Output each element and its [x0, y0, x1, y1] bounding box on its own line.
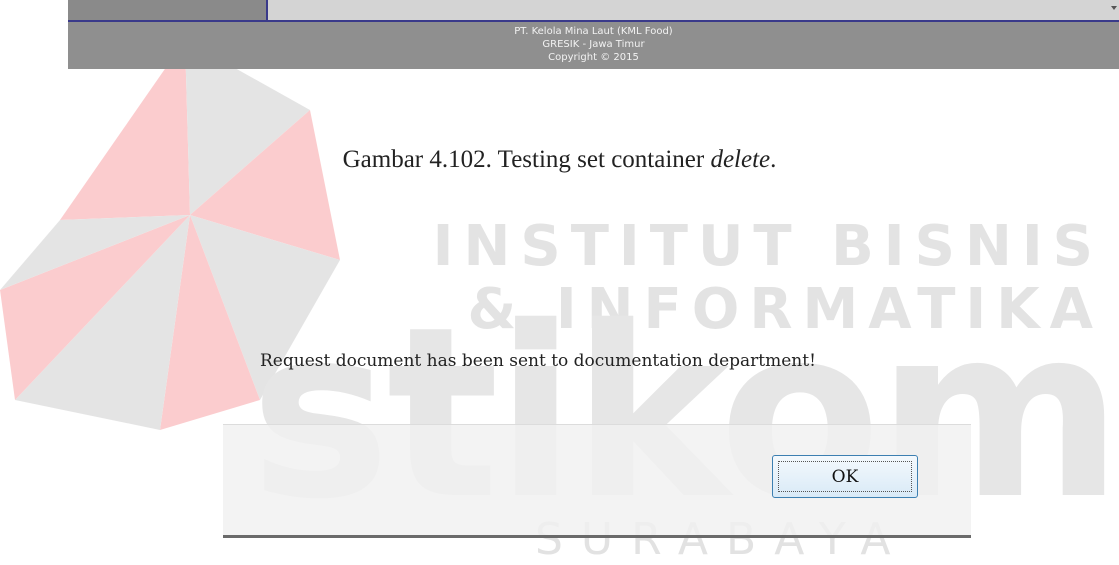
focus-ring	[778, 461, 912, 492]
footer-copyright: Copyright © 2015	[548, 52, 639, 63]
scroll-down-icon[interactable]	[1111, 6, 1117, 10]
column-divider	[266, 0, 268, 20]
figure-caption: Gambar 4.102. Testing set container dele…	[0, 146, 1119, 174]
ok-button[interactable]: OK	[772, 455, 918, 498]
screenshot-footer-strip: PT. Kelola Mina Laut (KML Food) GRESIK -…	[68, 0, 1119, 69]
page-footer: PT. Kelola Mina Laut (KML Food) GRESIK -…	[68, 25, 1119, 64]
content-area-bottom	[68, 0, 1119, 22]
watermark-institut-bisnis: INSTITUT BISNIS	[432, 214, 1103, 279]
footer-location: GRESIK - Jawa Timur	[542, 39, 645, 50]
sidebar-bottom	[68, 0, 266, 20]
dialog-message: Request document has been sent to docume…	[260, 351, 816, 371]
caption-suffix: .	[770, 146, 777, 173]
caption-emphasis: delete	[710, 146, 771, 173]
footer-company: PT. Kelola Mina Laut (KML Food)	[514, 26, 673, 37]
caption-prefix: Gambar 4.102. Testing set container	[342, 146, 711, 173]
